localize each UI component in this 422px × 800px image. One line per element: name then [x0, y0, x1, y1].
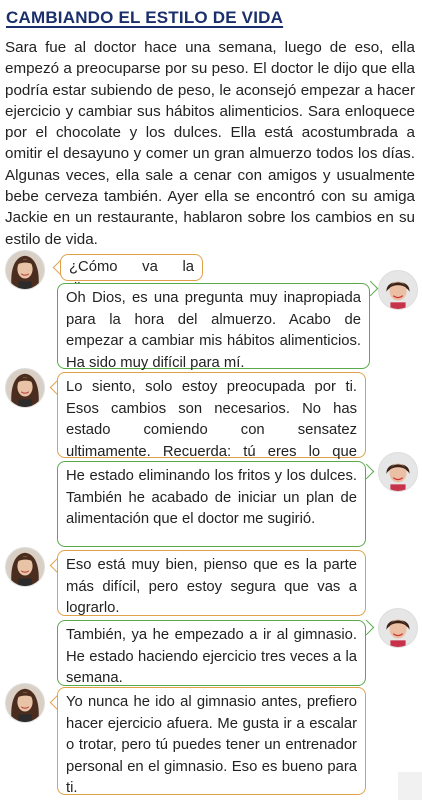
- dialogue-bubble-jackie-3: También, ya he empezado a ir al gimnasio…: [57, 620, 366, 686]
- jackie-avatar-icon: [378, 452, 418, 492]
- jackie-avatar-icon: [378, 270, 418, 310]
- dialogue-bubble-sara-4: Yo nunca he ido al gimnasio antes, prefi…: [57, 687, 366, 796]
- dialogue-bubble-jackie-2: He estado eliminando los fritos y los du…: [57, 461, 366, 547]
- sara-avatar-icon: [5, 547, 45, 587]
- sara-avatar-icon: [5, 368, 45, 408]
- page-title: CAMBIANDO EL ESTILO DE VIDA: [6, 8, 284, 27]
- dialogue-bubble-sara-2: Lo siento, solo estoy preocupada por ti.…: [57, 372, 366, 481]
- dialogue-bubble-sara-3: Eso está muy bien, pienso que es la part…: [57, 550, 366, 616]
- corner-shade: [398, 772, 422, 800]
- jackie-avatar-icon: [378, 608, 418, 648]
- intro-paragraph: Sara fue al doctor hace una semana, lueg…: [5, 39, 415, 248]
- dialogue-bubble-sara-1: ¿Cómo va la dieta?: [60, 254, 203, 297]
- sara-avatar-icon: [5, 683, 45, 723]
- dialogue-bubble-jackie-1: Oh Dios, es una pregunta muy inapropiada…: [57, 283, 370, 371]
- sara-avatar-icon: [5, 250, 45, 290]
